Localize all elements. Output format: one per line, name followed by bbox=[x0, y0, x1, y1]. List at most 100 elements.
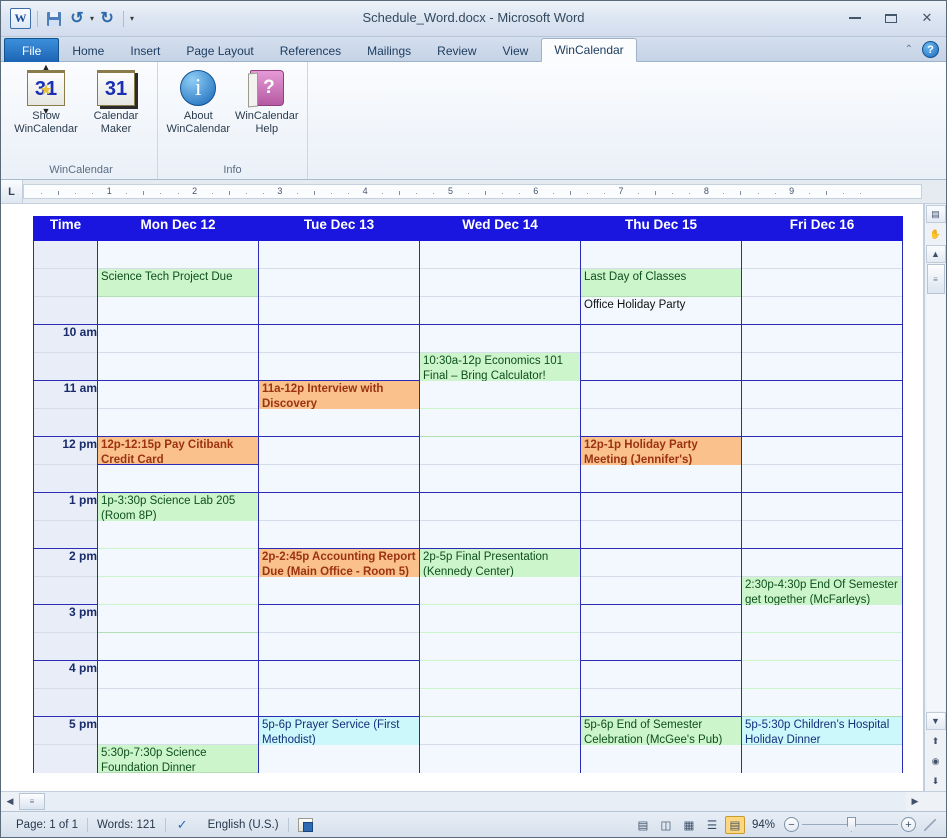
schedule-cell[interactable] bbox=[580, 520, 742, 549]
draft-view-button[interactable]: ▤ bbox=[724, 815, 745, 834]
schedule-cell[interactable] bbox=[419, 604, 581, 633]
split-window-icon[interactable]: ▤ bbox=[925, 205, 946, 223]
schedule-cell[interactable] bbox=[97, 604, 259, 633]
schedule-cell[interactable] bbox=[258, 436, 420, 465]
schedule-cell[interactable] bbox=[580, 576, 742, 605]
schedule-cell[interactable] bbox=[97, 660, 259, 689]
schedule-cell[interactable] bbox=[741, 688, 903, 717]
word-count-status[interactable]: Words: 121 bbox=[88, 819, 165, 831]
schedule-cell[interactable] bbox=[258, 240, 420, 269]
tab-references[interactable]: References bbox=[267, 38, 354, 62]
schedule-cell[interactable]: 11a-12p Interview with Discovery bbox=[258, 380, 420, 437]
schedule-cell[interactable] bbox=[258, 744, 420, 773]
scroll-down-button[interactable]: ▼ bbox=[925, 712, 946, 730]
tab-file[interactable]: File bbox=[4, 38, 60, 62]
schedule-cell[interactable]: Last Day of Classes bbox=[580, 268, 742, 297]
schedule-cell[interactable] bbox=[258, 688, 420, 717]
schedule-cell[interactable] bbox=[419, 436, 581, 465]
schedule-cell[interactable] bbox=[741, 380, 903, 409]
schedule-cell[interactable] bbox=[741, 660, 903, 689]
tab-insert[interactable]: Insert bbox=[117, 38, 173, 62]
schedule-cell[interactable] bbox=[258, 576, 420, 605]
schedule-cell[interactable] bbox=[419, 688, 581, 717]
schedule-cell[interactable] bbox=[258, 492, 420, 521]
schedule-cell[interactable] bbox=[258, 352, 420, 381]
schedule-cell[interactable] bbox=[580, 324, 742, 353]
scroll-left-button[interactable]: ◀ bbox=[1, 792, 19, 811]
schedule-cell[interactable] bbox=[741, 324, 903, 353]
tab-home[interactable]: Home bbox=[59, 38, 117, 62]
schedule-cell[interactable] bbox=[580, 548, 742, 577]
help-icon[interactable]: ? bbox=[922, 41, 939, 58]
schedule-cell[interactable] bbox=[580, 604, 742, 633]
zoom-out-button[interactable]: − bbox=[784, 817, 799, 832]
collapse-ribbon-icon[interactable]: ⌃ bbox=[905, 44, 913, 55]
previous-page-icon[interactable]: ⬆ bbox=[926, 732, 946, 750]
schedule-cell[interactable] bbox=[741, 548, 903, 577]
tab-review[interactable]: Review bbox=[424, 38, 489, 62]
schedule-cell[interactable] bbox=[97, 380, 259, 409]
schedule-cell[interactable] bbox=[741, 464, 903, 493]
resize-grip-icon[interactable] bbox=[924, 818, 936, 831]
document-canvas[interactable]: Time Mon Dec 12 Tue Dec 13 Wed Dec 14 Thu De… bbox=[1, 204, 924, 791]
schedule-cell[interactable]: 12p-1p Holiday Party Meeting (Jennifer's… bbox=[580, 436, 742, 493]
schedule-cell[interactable] bbox=[580, 352, 742, 381]
schedule-cell[interactable] bbox=[419, 464, 581, 493]
schedule-cell[interactable] bbox=[97, 296, 259, 325]
schedule-cell[interactable]: 2:30p-4:30p End Of Semester get together… bbox=[741, 576, 903, 717]
schedule-cell[interactable] bbox=[419, 632, 581, 661]
schedule-cell[interactable] bbox=[419, 268, 581, 297]
schedule-cell[interactable] bbox=[97, 520, 259, 549]
schedule-cell[interactable] bbox=[258, 324, 420, 353]
page-status[interactable]: Page: 1 of 1 bbox=[7, 819, 87, 831]
calendar-event[interactable]: 5:30p-7:30p Science Foundation Dinner bbox=[98, 745, 258, 773]
tab-mailings[interactable]: Mailings bbox=[354, 38, 424, 62]
tab-view[interactable]: View bbox=[490, 38, 542, 62]
proofing-status[interactable] bbox=[289, 817, 322, 832]
schedule-cell[interactable]: 1p-3:30p Science Lab 205 (Room 8P) bbox=[97, 492, 259, 633]
schedule-cell[interactable]: 5p-6p End of Semester Celebration (McGee… bbox=[580, 716, 742, 773]
schedule-cell[interactable] bbox=[580, 492, 742, 521]
scroll-track[interactable] bbox=[926, 294, 945, 711]
schedule-cell[interactable] bbox=[97, 352, 259, 381]
schedule-cell[interactable] bbox=[419, 240, 581, 269]
outline-view-button[interactable]: ☰ bbox=[702, 816, 722, 834]
schedule-cell[interactable]: Office Holiday Party bbox=[580, 296, 742, 325]
schedule-cell[interactable] bbox=[741, 352, 903, 381]
schedule-cell[interactable]: 10:30a-12p Economics 101 Final – Bring C… bbox=[419, 352, 581, 437]
schedule-cell[interactable]: 5p-6p Prayer Service (First Methodist) bbox=[258, 716, 420, 773]
select-browse-object-icon[interactable]: ◉ bbox=[926, 752, 946, 770]
schedule-cell[interactable] bbox=[97, 240, 259, 269]
schedule-cell[interactable] bbox=[419, 296, 581, 325]
schedule-cell[interactable]: 2p-5p Final Presentation (Kennedy Center… bbox=[419, 548, 581, 717]
show-wincalendar-button[interactable]: ▲ ★ 31 ▼ Show WinCalendar bbox=[11, 62, 81, 136]
schedule-cell[interactable] bbox=[741, 632, 903, 661]
schedule-cell[interactable] bbox=[580, 380, 742, 409]
print-layout-view-button[interactable]: ▤ bbox=[633, 816, 653, 834]
schedule-cell[interactable] bbox=[258, 520, 420, 549]
schedule-cell[interactable] bbox=[741, 296, 903, 325]
schedule-cell[interactable] bbox=[258, 296, 420, 325]
schedule-cell[interactable] bbox=[258, 632, 420, 661]
hand-icon[interactable]: ✋ bbox=[926, 225, 946, 243]
schedule-cell[interactable]: Science Tech Project Due bbox=[97, 268, 259, 297]
schedule-cell[interactable] bbox=[97, 716, 259, 745]
schedule-cell[interactable] bbox=[97, 576, 259, 605]
schedule-cell[interactable] bbox=[419, 324, 581, 353]
schedule-cell[interactable] bbox=[580, 464, 742, 493]
schedule-cell[interactable] bbox=[419, 408, 581, 437]
schedule-cell[interactable]: 5:30p-7:30p Science Foundation Dinner bbox=[97, 744, 259, 773]
schedule-cell[interactable] bbox=[580, 240, 742, 269]
calendar-event[interactable]: Science Tech Project Due bbox=[98, 269, 258, 297]
schedule-cell[interactable] bbox=[419, 576, 581, 605]
restore-button[interactable] bbox=[880, 9, 902, 27]
zoom-level[interactable]: 94% bbox=[748, 819, 781, 831]
web-layout-view-button[interactable]: ▦ bbox=[679, 816, 699, 834]
zoom-in-button[interactable]: + bbox=[901, 817, 916, 832]
schedule-cell[interactable] bbox=[741, 604, 903, 633]
horizontal-scrollbar[interactable]: ◀ ≡ ▶ bbox=[1, 791, 946, 811]
schedule-cell[interactable] bbox=[741, 492, 903, 521]
schedule-cell[interactable] bbox=[580, 688, 742, 717]
schedule-cell[interactable] bbox=[258, 268, 420, 297]
schedule-cell[interactable] bbox=[97, 688, 259, 717]
